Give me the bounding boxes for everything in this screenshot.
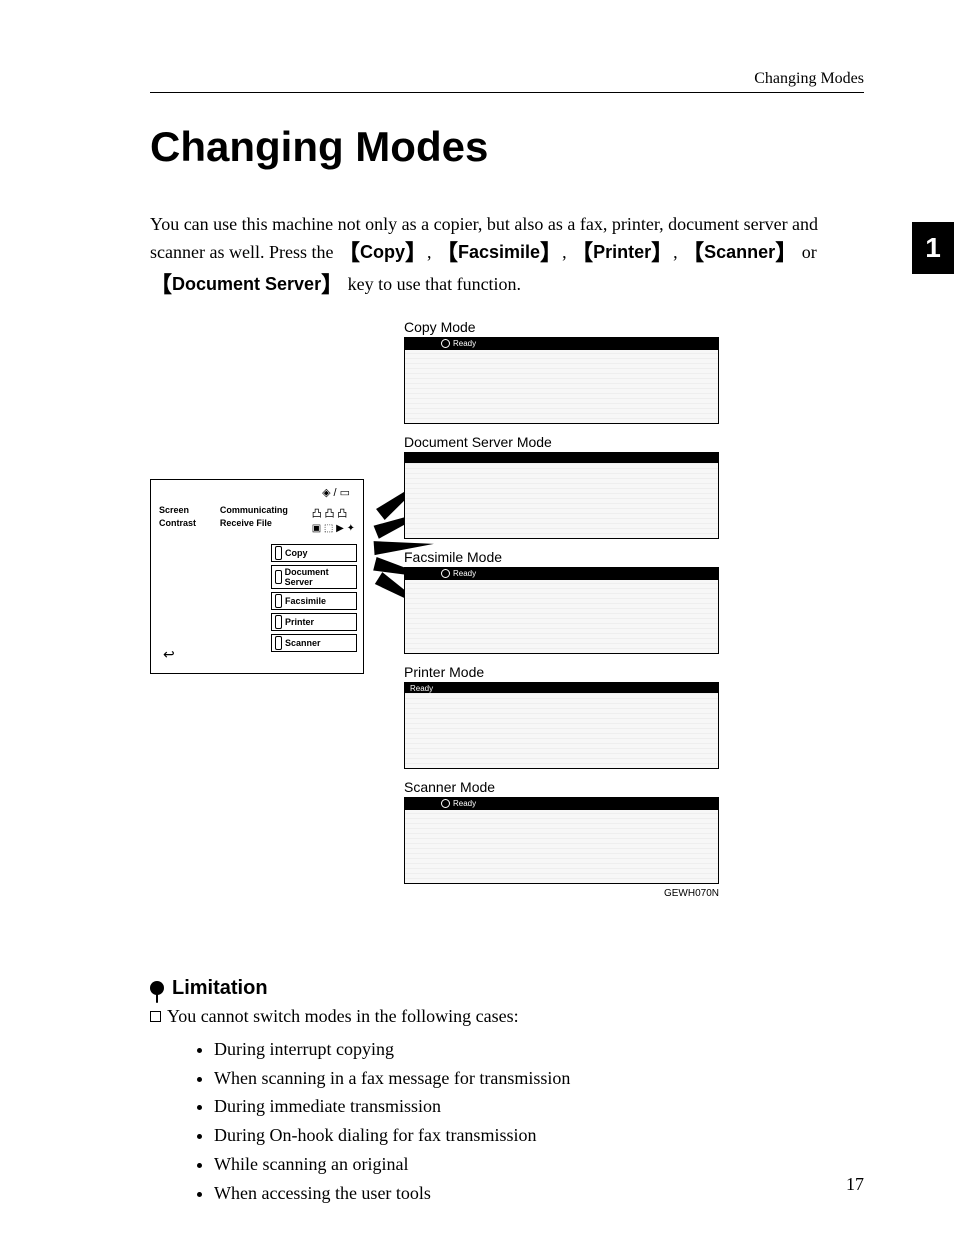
control-panel-sketch: ◈/▭ Screen Contrast Communicating Receiv… bbox=[150, 479, 364, 674]
key-printer: Printer bbox=[593, 242, 651, 262]
panel-btn-document-server: Document Server bbox=[271, 565, 357, 589]
panel-btn-scanner: Scanner bbox=[271, 634, 357, 652]
control-panel-wrapper: ◈/▭ Screen Contrast Communicating Receiv… bbox=[150, 319, 364, 674]
screen-docserver bbox=[404, 452, 719, 539]
running-head: Changing Modes bbox=[150, 70, 864, 93]
sep-3: , bbox=[673, 242, 682, 262]
list-item: While scanning an original bbox=[214, 1150, 864, 1179]
key-scanner: Scanner bbox=[704, 242, 775, 262]
pin-icon bbox=[150, 981, 164, 995]
page-number: 17 bbox=[846, 1174, 864, 1195]
list-item: When scanning in a fax message for trans… bbox=[214, 1064, 864, 1093]
panel-label-receive-file: Receive File bbox=[220, 519, 288, 529]
page-title: Changing Modes bbox=[150, 123, 864, 171]
back-arrow-icon: ↩ bbox=[163, 646, 175, 663]
panel-label-screen: Screen bbox=[159, 506, 196, 516]
sep-1: , bbox=[427, 242, 436, 262]
key-copy: Copy bbox=[360, 242, 405, 262]
figure-area: ◈/▭ Screen Contrast Communicating Receiv… bbox=[150, 319, 864, 959]
list-item: When accessing the user tools bbox=[214, 1179, 864, 1208]
intro-text-2: key to use that function. bbox=[348, 274, 521, 294]
mode-screens-column: Copy Mode Ready Document Server Mode Fac… bbox=[404, 319, 719, 901]
screen-title-copy: Copy Mode bbox=[404, 319, 719, 335]
limitation-list: During interrupt copying When scanning i… bbox=[150, 1035, 864, 1208]
panel-btn-facsimile: Facsimile bbox=[271, 592, 357, 610]
list-item: During interrupt copying bbox=[214, 1035, 864, 1064]
limitation-section: Limitation You cannot switch modes in th… bbox=[150, 977, 864, 1208]
intro-paragraph: You can use this machine not only as a c… bbox=[150, 211, 864, 301]
panel-btn-copy: Copy bbox=[271, 544, 357, 562]
list-item: During On-hook dialing for fax transmiss… bbox=[214, 1121, 864, 1150]
screen-title-scanner: Scanner Mode bbox=[404, 779, 719, 795]
tray-icon: 凸 凸 凸 bbox=[312, 505, 355, 520]
limitation-heading: Limitation bbox=[150, 977, 864, 1000]
screen-title-printer: Printer Mode bbox=[404, 664, 719, 680]
limitation-lead: You cannot switch modes in the following… bbox=[150, 1006, 864, 1027]
intro-or: or bbox=[802, 242, 817, 262]
screen-title-fax: Facsimile Mode bbox=[404, 549, 719, 565]
panel-btn-printer: Printer bbox=[271, 613, 357, 631]
panel-label-communicating: Communicating bbox=[220, 506, 288, 516]
panel-top-icons: ◈/▭ bbox=[157, 486, 357, 499]
chapter-thumb-tab: 1 bbox=[912, 222, 954, 274]
list-item: During immediate transmission bbox=[214, 1092, 864, 1121]
figure-code: GEWH070N bbox=[404, 888, 719, 899]
panel-label-contrast: Contrast bbox=[159, 519, 196, 529]
screen-fax: Ready bbox=[404, 567, 719, 654]
sep-2: , bbox=[562, 242, 571, 262]
screen-printer: Ready bbox=[404, 682, 719, 769]
screen-title-docserver: Document Server Mode bbox=[404, 434, 719, 450]
screen-copy: Ready bbox=[404, 337, 719, 424]
key-document-server: Document Server bbox=[172, 274, 321, 294]
key-facsimile: Facsimile bbox=[458, 242, 540, 262]
screen-scanner: Ready bbox=[404, 797, 719, 884]
limitation-heading-text: Limitation bbox=[172, 977, 268, 1000]
misc-icons: ▣ ⬚ ▶ ✦ bbox=[312, 523, 355, 534]
